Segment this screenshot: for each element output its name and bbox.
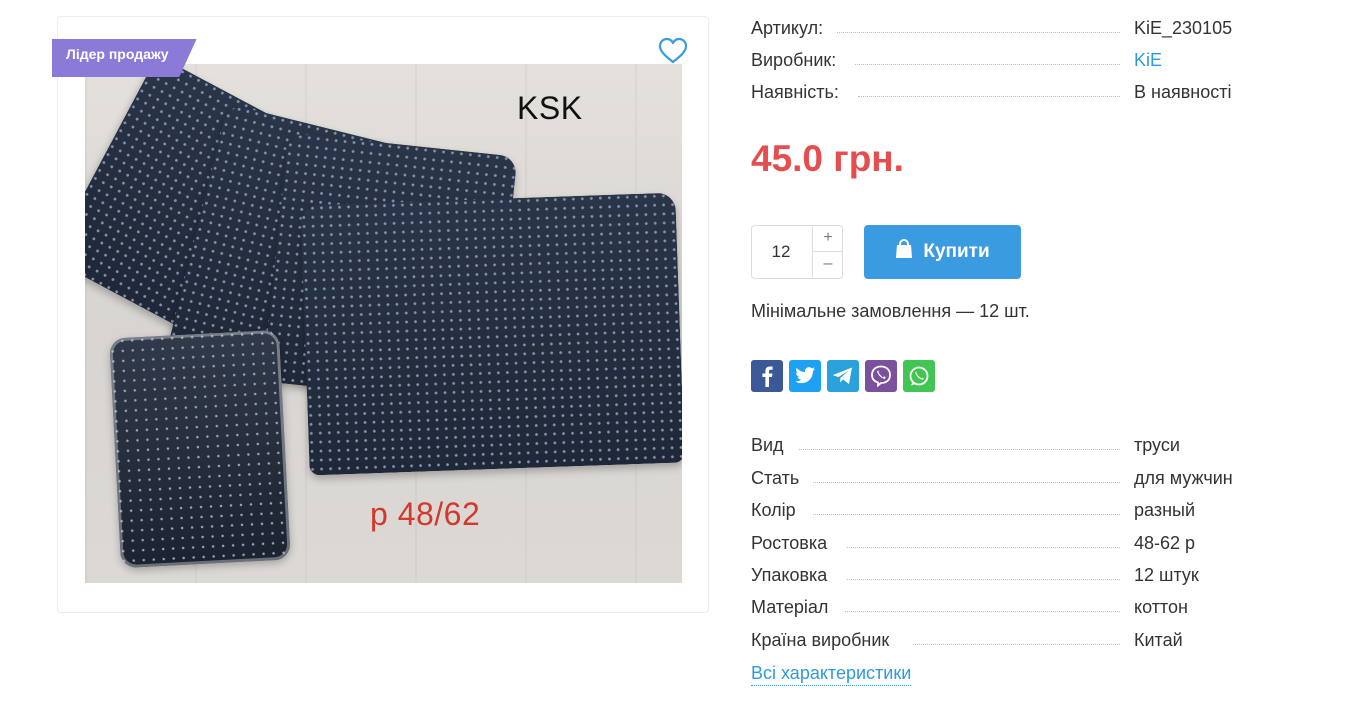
dotted-leader xyxy=(837,32,1120,33)
meta-row-manufacturer: Виробник: KiE xyxy=(751,48,1251,72)
spec-value: 48-62 р xyxy=(1134,533,1196,553)
spec-label: Стать xyxy=(751,466,808,490)
spec-label: Країна виробник xyxy=(751,628,898,652)
dotted-leader xyxy=(813,482,1120,483)
manufacturer-link[interactable]: KiE xyxy=(1134,48,1162,72)
dotted-leader xyxy=(813,514,1120,515)
spec-row: Стать для мужчин xyxy=(751,466,1251,490)
spec-value: труси xyxy=(1134,435,1180,455)
quantity-stepper: + – xyxy=(751,225,843,279)
minimum-order-text: Мінімальне замовлення — 12 шт. xyxy=(751,301,1030,321)
telegram-icon[interactable] xyxy=(827,360,859,392)
spec-value: 12 штук xyxy=(1134,565,1199,585)
spec-row: Матеріал коттон xyxy=(751,595,1251,619)
product-photo[interactable]: KSK р 48/62 xyxy=(85,64,682,583)
meta-row-availability: Наявність: В наявності xyxy=(751,80,1251,104)
photo-garment xyxy=(300,192,682,476)
meta-value: KiE_230105 xyxy=(1134,18,1233,38)
whatsapp-icon[interactable] xyxy=(903,360,935,392)
spec-row: Країна виробник Китай xyxy=(751,628,1251,652)
bestseller-badge: Лідер продажу xyxy=(52,39,197,77)
dotted-leader xyxy=(913,644,1120,645)
spec-value: для мужчин xyxy=(1134,468,1233,488)
spec-row: Колір разный xyxy=(751,498,1251,522)
spec-label: Ростовка xyxy=(751,531,836,555)
photo-size-text: р 48/62 xyxy=(370,496,481,532)
social-share-bar xyxy=(751,360,935,392)
all-specifications-link[interactable]: Всі характеристики xyxy=(751,663,912,686)
spec-label: Матеріал xyxy=(751,595,837,619)
quantity-input[interactable] xyxy=(752,226,810,278)
dotted-leader xyxy=(847,547,1120,548)
product-price: 45.0 грн. xyxy=(751,138,904,179)
dotted-leader xyxy=(855,64,1120,65)
spec-label: Колір xyxy=(751,498,804,522)
photo-package xyxy=(109,329,291,569)
quantity-increase-button[interactable]: + xyxy=(812,226,843,252)
photo-brand-text: KSK xyxy=(517,90,583,126)
spec-row: Упаковка 12 штук xyxy=(751,563,1251,587)
spec-value: Китай xyxy=(1134,630,1183,650)
buy-button[interactable]: Купити xyxy=(864,225,1021,279)
spec-row: Вид труси xyxy=(751,433,1251,457)
dotted-leader xyxy=(799,449,1120,450)
wishlist-heart-icon[interactable] xyxy=(658,37,690,67)
spec-label: Вид xyxy=(751,433,792,457)
buy-button-label: Купити xyxy=(923,241,990,262)
viber-icon[interactable] xyxy=(865,360,897,392)
quantity-decrease-button[interactable]: – xyxy=(812,252,843,278)
meta-label: Артикул: xyxy=(751,16,832,40)
meta-row-article: Артикул: KiE_230105 xyxy=(751,16,1251,40)
spec-value: разный xyxy=(1134,500,1196,520)
spec-label: Упаковка xyxy=(751,563,836,587)
meta-label: Наявність: xyxy=(751,80,847,104)
facebook-icon[interactable] xyxy=(751,360,783,392)
dotted-leader xyxy=(845,611,1120,612)
product-card: KSK р 48/62 Лідер продажу xyxy=(52,16,709,613)
dotted-leader xyxy=(858,96,1120,97)
shopping-bag-icon xyxy=(895,238,913,265)
meta-label: Виробник: xyxy=(751,48,845,72)
spec-value: коттон xyxy=(1134,597,1188,617)
dotted-leader xyxy=(847,579,1120,580)
meta-value: В наявності xyxy=(1134,82,1232,102)
twitter-icon[interactable] xyxy=(789,360,821,392)
spec-row: Ростовка 48-62 р xyxy=(751,531,1251,555)
